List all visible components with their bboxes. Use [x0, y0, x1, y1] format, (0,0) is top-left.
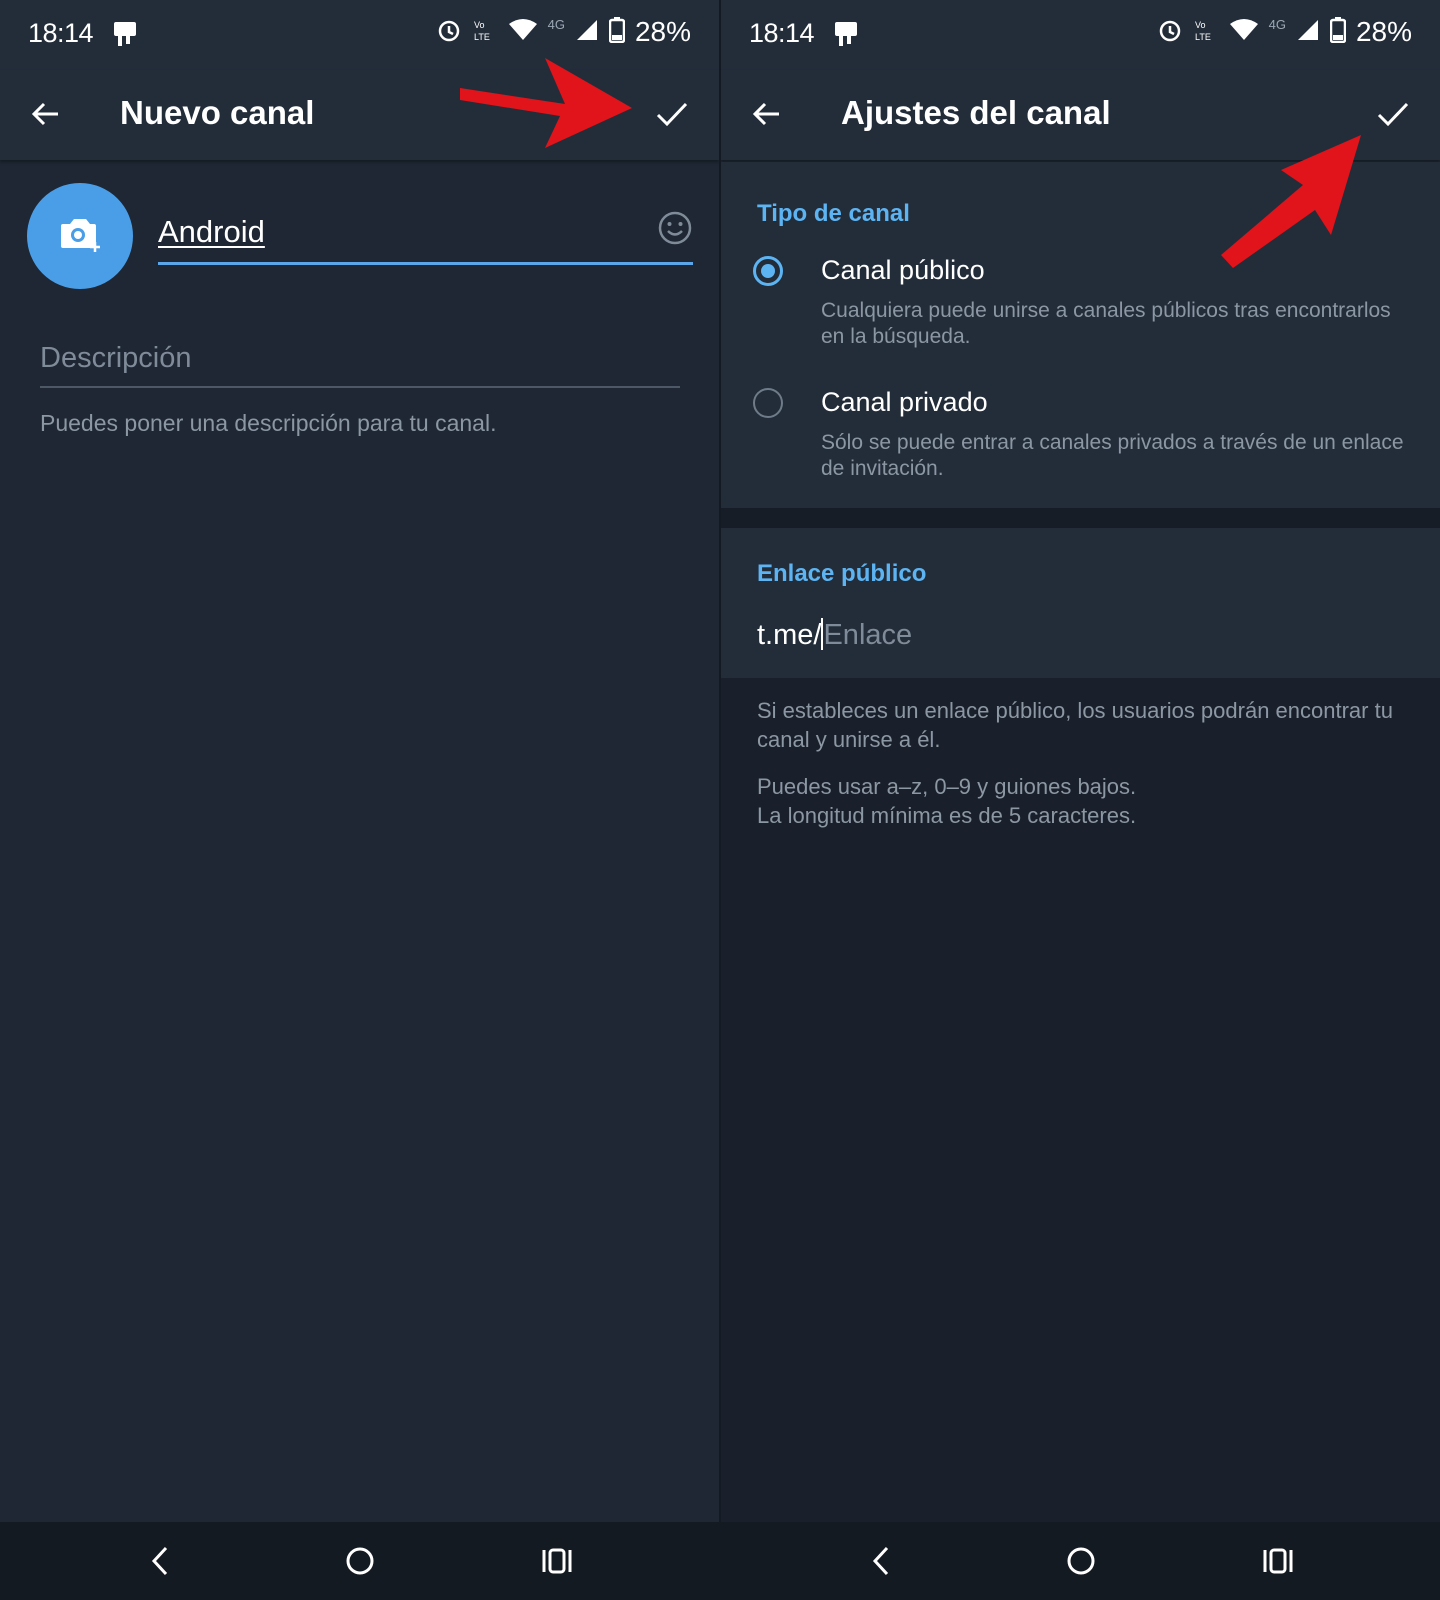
channel-type-header: Tipo de canal [757, 200, 910, 227]
page-title: Nuevo canal [120, 94, 315, 131]
channel-settings-screen: 18:14 Vo LTE 4G 28% Ajustes del canal Tip… [721, 0, 1440, 1600]
app-bar: Ajustes del canal [721, 70, 1440, 160]
back-arrow-icon[interactable] [30, 98, 62, 135]
description-placeholder: Descripción [40, 342, 192, 374]
app-bar: Nuevo canal [0, 70, 719, 160]
nav-recents-icon[interactable] [1261, 1544, 1295, 1583]
public-option-label[interactable]: Canal público [821, 255, 985, 286]
notification-icon [112, 20, 138, 55]
check-icon[interactable] [1376, 98, 1410, 135]
radio-private[interactable] [753, 388, 783, 418]
volte-icon: Vo LTE [472, 17, 498, 48]
wifi-icon [1229, 18, 1259, 47]
channel-name-input[interactable]: Android [158, 210, 693, 265]
nav-back-icon[interactable] [869, 1544, 893, 1583]
public-option-desc: Cualquiera puede unirse a canales públic… [821, 299, 1391, 348]
alarm-icon [1157, 17, 1183, 48]
camera-icon [57, 214, 103, 259]
signal-icon [1296, 18, 1320, 47]
link-rules-1: Puedes usar a–z, 0–9 y guiones bajos. [757, 774, 1137, 799]
public-link-info: Si estableces un enlace público, los usu… [757, 698, 1393, 752]
alarm-icon [436, 17, 462, 48]
nav-back-icon[interactable] [148, 1544, 172, 1583]
battery-icon [1329, 16, 1347, 48]
radio-public[interactable] [753, 256, 783, 286]
signal-icon [575, 18, 599, 47]
notification-icon [833, 20, 859, 55]
page-title: Ajustes del canal [841, 94, 1111, 131]
battery-level: 28% [634, 16, 691, 47]
link-prefix: t.me/ [757, 619, 822, 651]
section-separator [721, 508, 1440, 528]
check-icon[interactable] [655, 98, 689, 135]
status-bar: 18:14 Vo LTE 4G 28% [0, 0, 719, 70]
private-option-label[interactable]: Canal privado [821, 387, 988, 418]
link-rules-2: La longitud mínima es de 5 caracteres. [757, 803, 1137, 828]
wifi-icon [508, 18, 538, 47]
nav-home-icon[interactable] [1065, 1544, 1097, 1583]
public-link-header: Enlace público [757, 560, 927, 587]
channel-photo-button[interactable] [27, 183, 133, 289]
new-channel-screen: 18:14 Vo LTE 4G 28% Nuevo canal Android … [0, 0, 719, 1600]
status-time: 18:14 [749, 18, 815, 48]
svg-text:LTE: LTE [1195, 32, 1211, 42]
status-time: 18:14 [28, 18, 94, 48]
status-icons: Vo LTE 4G 28% [1157, 16, 1412, 48]
volte-icon: Vo LTE [1193, 17, 1219, 48]
back-arrow-icon[interactable] [751, 98, 783, 135]
nav-recents-icon[interactable] [540, 1544, 574, 1583]
system-nav-bar [721, 1522, 1440, 1600]
channel-type-section: Tipo de canal Canal público Cualquiera p… [721, 162, 1440, 508]
svg-text:Vo: Vo [1195, 20, 1206, 30]
battery-level: 28% [1355, 16, 1412, 47]
network-type: 4G [1268, 16, 1286, 32]
system-nav-bar [0, 1522, 719, 1600]
svg-text:LTE: LTE [474, 32, 490, 42]
battery-icon [608, 16, 626, 48]
network-type: 4G [547, 16, 565, 32]
svg-text:Vo: Vo [474, 20, 485, 30]
emoji-icon[interactable] [657, 210, 693, 251]
public-link-section: Enlace público [721, 528, 1440, 678]
description-help: Puedes poner una descripción para tu can… [40, 410, 497, 436]
status-icons: Vo LTE 4G 28% [436, 16, 691, 48]
link-placeholder: Enlace [823, 619, 913, 651]
description-input[interactable]: Descripción [40, 342, 680, 388]
nav-home-icon[interactable] [344, 1544, 376, 1583]
status-bar: 18:14 Vo LTE 4G 28% [721, 0, 1440, 70]
public-link-input[interactable]: t.me/Enlace [757, 618, 912, 652]
private-option-desc: Sólo se puede entrar a canales privados … [821, 431, 1404, 480]
channel-name-value: Android [158, 214, 265, 249]
